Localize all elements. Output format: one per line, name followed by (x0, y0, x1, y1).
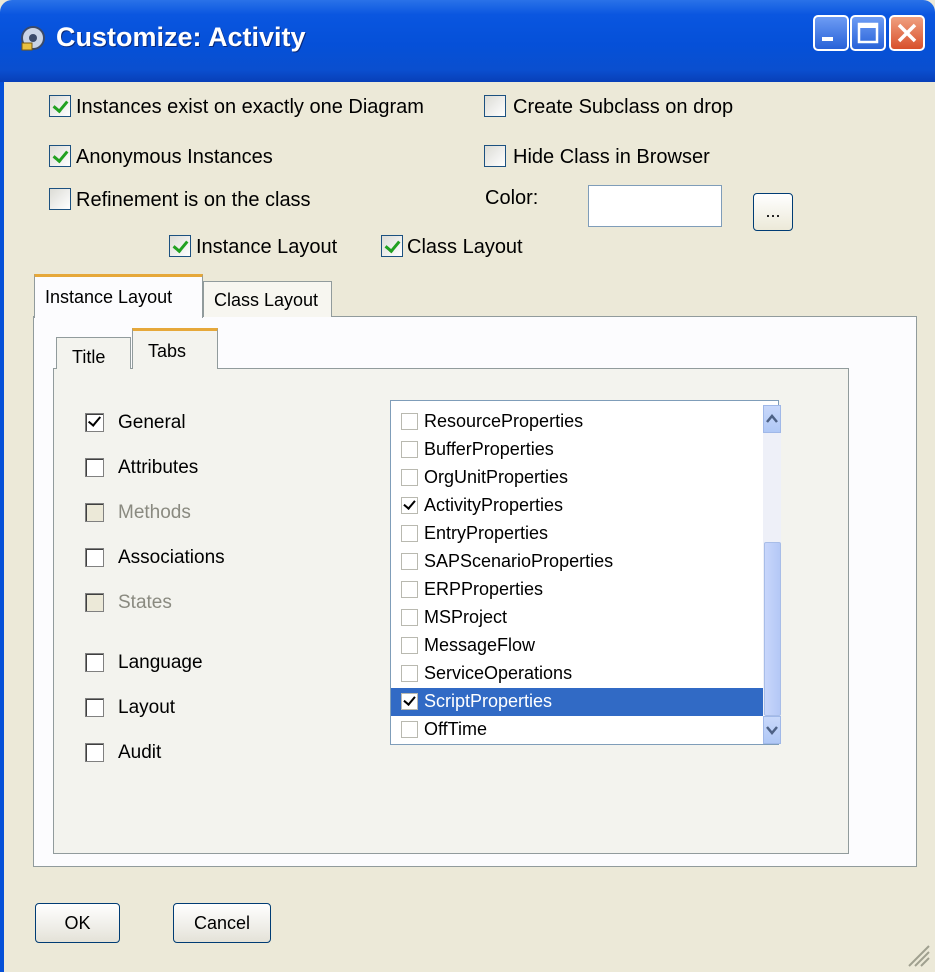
create-subclass-on-drop-checkbox[interactable] (484, 95, 506, 117)
list-item-label: MSProject (424, 607, 508, 627)
tab-check-layout-label: Layout (118, 697, 176, 718)
list-item-checkbox[interactable] (401, 665, 418, 682)
instances-one-diagram-checkbox[interactable] (49, 95, 71, 117)
tab-title[interactable]: Title (56, 337, 131, 369)
list-item[interactable]: ScriptProperties (391, 688, 763, 716)
list-item-checkbox[interactable] (401, 469, 418, 486)
list-item-checkbox[interactable] (401, 497, 418, 514)
customize-dialog: Customize: Activity Instances exist on e… (0, 0, 935, 972)
list-item[interactable]: OrgUnitProperties (391, 464, 763, 492)
list-item-label: MessageFlow (424, 635, 536, 655)
list-item[interactable]: BufferProperties (391, 436, 763, 464)
properties-listbox[interactable]: ResourceProperties BufferProperties OrgUni… (390, 400, 779, 745)
list-item[interactable]: ActivityProperties (391, 492, 763, 520)
scrollbar-thumb[interactable] (764, 542, 781, 716)
tab-tabs[interactable]: Tabs (132, 328, 218, 369)
list-item-checkbox[interactable] (401, 721, 418, 738)
tab-check-states-label: States (118, 592, 172, 613)
maximize-icon (857, 22, 879, 44)
tab-check-language-label: Language (118, 652, 203, 673)
list-item[interactable]: SAPScenarioProperties (391, 548, 763, 576)
tab-check-associations-checkbox[interactable] (85, 548, 104, 567)
window-title: Customize: Activity (56, 22, 306, 52)
cancel-button[interactable]: Cancel (173, 903, 271, 943)
list-item-label: ActivityProperties (424, 495, 564, 515)
hide-class-in-browser-checkbox[interactable] (484, 145, 506, 167)
list-item[interactable]: MSProject (391, 604, 763, 632)
list-item-checkbox[interactable] (401, 637, 418, 654)
list-item-checkbox[interactable] (401, 413, 418, 430)
close-button[interactable] (889, 15, 925, 51)
maximize-button[interactable] (850, 15, 886, 51)
tab-instance-layout[interactable]: Instance Layout (34, 274, 203, 318)
tab-class-layout[interactable]: Class Layout (203, 281, 332, 317)
tab-check-language-checkbox[interactable] (85, 653, 104, 672)
list-item-checkbox[interactable] (401, 693, 418, 710)
tab-check-associations-label: Associations (118, 547, 225, 568)
scroll-up-button[interactable] (763, 405, 781, 433)
hide-class-in-browser-label: Hide Class in Browser (513, 146, 710, 168)
tab-check-audit-label: Audit (118, 742, 162, 763)
list-item-label: ERPProperties (424, 579, 544, 599)
color-picker-button[interactable]: ... (753, 193, 793, 231)
list-item-label: OffTime (424, 719, 488, 739)
instance-layout-label: Instance Layout (196, 236, 338, 258)
tab-check-general-label: General (118, 412, 186, 433)
list-item-label: BufferProperties (424, 439, 554, 459)
color-field[interactable] (588, 185, 722, 227)
tab-check-audit-checkbox[interactable] (85, 743, 104, 762)
list-item-label: ScriptProperties (424, 691, 553, 711)
title-bar[interactable]: Customize: Activity (0, 0, 935, 82)
list-item-label: ServiceOperations (424, 663, 573, 683)
resize-grip-icon[interactable] (905, 940, 931, 968)
app-icon (21, 26, 45, 51)
scroll-down-button[interactable] (763, 716, 781, 744)
list-item-checkbox[interactable] (401, 581, 418, 598)
tab-check-methods-label: Methods (118, 502, 191, 523)
chevron-up-icon (766, 414, 778, 423)
tab-check-layout-checkbox[interactable] (85, 698, 104, 717)
tab-check-states-checkbox (85, 593, 104, 612)
tab-check-methods-checkbox (85, 503, 104, 522)
list-item[interactable]: ERPProperties (391, 576, 763, 604)
tab-check-attributes-checkbox[interactable] (85, 458, 104, 477)
list-item-checkbox[interactable] (401, 609, 418, 626)
list-item-checkbox[interactable] (401, 525, 418, 542)
instance-layout-checkbox[interactable] (169, 235, 191, 257)
list-item[interactable]: MessageFlow (391, 632, 763, 660)
list-item-checkbox[interactable] (401, 553, 418, 570)
list-item-checkbox[interactable] (401, 441, 418, 458)
list-item[interactable]: ResourceProperties (391, 408, 763, 436)
list-item-label: ResourceProperties (424, 411, 584, 431)
minimize-button[interactable] (813, 15, 849, 51)
class-layout-label: Class Layout (407, 236, 523, 258)
list-item-label: OrgUnitProperties (424, 467, 569, 487)
ok-button[interactable]: OK (35, 903, 120, 943)
refinement-on-class-label: Refinement is on the class (76, 189, 311, 211)
class-layout-checkbox[interactable] (381, 235, 403, 257)
create-subclass-on-drop-label: Create Subclass on drop (513, 96, 734, 118)
list-item[interactable]: EntryProperties (391, 520, 763, 548)
tab-check-general-checkbox[interactable] (85, 413, 104, 432)
chevron-down-icon (766, 726, 778, 735)
list-item-label: EntryProperties (424, 523, 549, 543)
refinement-on-class-checkbox[interactable] (49, 188, 71, 210)
window-frame-left (0, 82, 4, 972)
list-item[interactable]: OffTime (391, 716, 763, 744)
list-item[interactable]: ServiceOperations (391, 660, 763, 688)
anonymous-instances-label: Anonymous Instances (76, 146, 273, 168)
anonymous-instances-checkbox[interactable] (49, 145, 71, 167)
minimize-icon (822, 37, 833, 41)
close-icon (897, 23, 917, 43)
list-item-label: SAPScenarioProperties (424, 551, 614, 571)
tab-check-attributes-label: Attributes (118, 457, 199, 478)
color-label: Color: (485, 187, 539, 209)
instances-one-diagram-label: Instances exist on exactly one Diagram (76, 96, 424, 118)
